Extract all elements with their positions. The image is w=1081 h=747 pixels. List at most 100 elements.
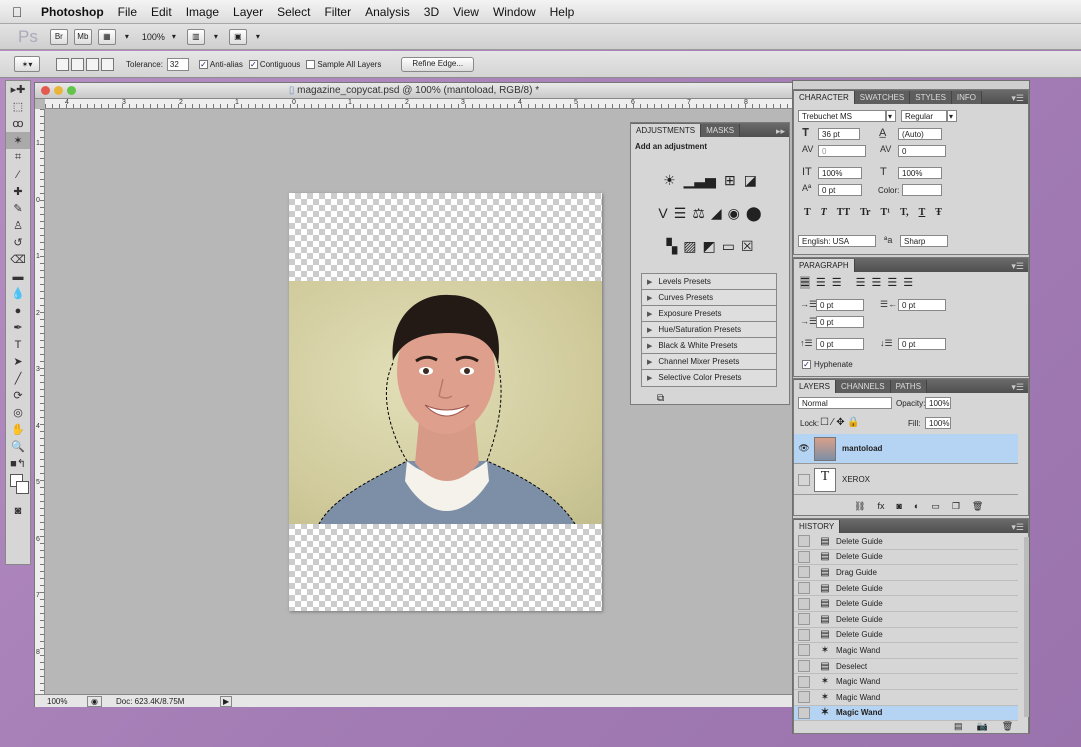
history-item[interactable]: ▤ Delete Guide — [794, 612, 1018, 628]
tracking-input[interactable]: 0 — [898, 145, 946, 157]
history-item[interactable]: ▤ Delete Guide — [794, 534, 1018, 550]
panel-menu-icon[interactable]: ▸▸ — [772, 126, 789, 137]
chevron-down-icon[interactable]: ▾ — [947, 110, 957, 122]
curves-icon[interactable]: ⊞ — [724, 172, 736, 189]
tab-layers[interactable]: LAYERS — [794, 380, 836, 393]
layer-name[interactable]: XEROX — [842, 475, 870, 484]
zoom-window-icon[interactable] — [67, 86, 76, 95]
chevron-down-icon[interactable]: ▾ — [214, 32, 218, 41]
clone-stamp-icon[interactable]: ♙ — [6, 217, 30, 234]
layer-row-mantoload[interactable]: 👁 mantoload — [794, 434, 1018, 464]
history-brush-icon[interactable]: ↺ — [6, 234, 30, 251]
superscript-button[interactable]: T¹ — [881, 207, 891, 218]
indent-right-input[interactable]: 0 pt — [898, 299, 946, 311]
preset-selective-color[interactable]: Selective Color Presets — [642, 370, 776, 386]
tab-paragraph[interactable]: PARAGRAPH — [794, 259, 855, 272]
leading-input[interactable]: (Auto) — [898, 128, 942, 140]
panel-menu-icon[interactable]: ▾☰ — [1007, 522, 1028, 533]
adjustment-layer-icon[interactable]: ◐ — [914, 501, 919, 512]
menu-edit[interactable]: Edit — [144, 5, 179, 19]
magic-wand-preset-icon[interactable]: ✶▾ — [14, 56, 40, 72]
tab-character[interactable]: CHARACTER — [794, 91, 855, 104]
mini-bridge-button[interactable]: Mb — [73, 28, 92, 45]
preset-black-white[interactable]: Black & White Presets — [642, 338, 776, 354]
pen-tool-icon[interactable]: ✒ — [6, 319, 30, 336]
indent-left-input[interactable]: 0 pt — [816, 299, 864, 311]
default-colors-icon[interactable]: ■↰ — [6, 455, 30, 472]
magic-wand-tool-icon[interactable]: ✶ — [6, 132, 30, 149]
fill-input[interactable]: 100% — [925, 417, 951, 429]
adjustment-layer-icon[interactable]: ⧉ — [631, 387, 789, 404]
zoom-tool-icon[interactable]: 🔍 — [6, 438, 30, 455]
align-right-icon[interactable]: ☰ — [832, 276, 842, 289]
panel-menu-icon[interactable]: ▾☰ — [1007, 93, 1028, 104]
faux-italic-button[interactable]: T — [821, 207, 827, 218]
intersect-selection-icon[interactable] — [101, 57, 114, 71]
menu-filter[interactable]: Filter — [317, 5, 358, 19]
history-item[interactable]: ▤ Delete Guide — [794, 628, 1018, 644]
small-caps-button[interactable]: Tr — [860, 207, 870, 218]
eye-icon[interactable]: 👁 — [794, 443, 814, 454]
faux-bold-button[interactable]: T — [804, 207, 811, 218]
lock-icons[interactable]: ☐ ⁄ ✥ 🔒 — [820, 417, 860, 428]
color-swatches[interactable] — [6, 472, 30, 502]
panel-menu-icon[interactable]: ▾☰ — [1007, 382, 1028, 393]
photo-filter-icon[interactable]: ◉ — [728, 205, 740, 222]
visibility-toggle[interactable] — [798, 473, 810, 486]
refine-edge-button[interactable]: Refine Edge... — [401, 56, 475, 72]
align-left-icon[interactable]: ☰ — [800, 276, 810, 289]
history-item-selected[interactable]: ✶ Magic Wand — [794, 705, 1018, 722]
hue-saturation-icon[interactable]: ☰ — [674, 205, 687, 222]
close-icon[interactable] — [41, 86, 50, 95]
color-balance-icon[interactable]: ⚖ — [692, 205, 705, 222]
language-select[interactable]: English: USA — [798, 235, 876, 247]
new-layer-icon[interactable]: ❐ — [952, 501, 960, 512]
marquee-tool-icon[interactable]: ⬚ — [6, 98, 30, 115]
history-source-checkbox[interactable] — [798, 706, 810, 719]
healing-brush-icon[interactable]: ✚ — [6, 183, 30, 200]
new-document-from-state-icon[interactable]: ▤ — [954, 721, 963, 732]
menu-window[interactable]: Window — [486, 5, 543, 19]
screen-mode-button[interactable]: ▣ — [228, 28, 247, 45]
snapshot-icon[interactable]: 📷 — [977, 721, 988, 732]
tab-masks[interactable]: MASKS — [701, 124, 741, 137]
history-source-checkbox[interactable] — [798, 628, 810, 641]
preset-channel-mixer[interactable]: Channel Mixer Presets — [642, 354, 776, 370]
quick-mask-icon[interactable]: ◙ — [6, 502, 30, 519]
history-item[interactable]: ✶ Magic Wand — [794, 643, 1018, 659]
font-family-select[interactable]: Trebuchet MS — [798, 110, 886, 122]
justify-all-icon[interactable]: ☰ — [903, 276, 913, 289]
zoom-level-select[interactable]: 100% — [142, 32, 165, 42]
blur-tool-icon[interactable]: 💧 — [6, 285, 30, 302]
preset-hue-saturation[interactable]: Hue/Saturation Presets — [642, 322, 776, 338]
hyphenate-checkbox[interactable]: ✓ — [802, 360, 811, 369]
tab-styles[interactable]: STYLES — [910, 91, 952, 104]
anti-alias-select[interactable]: Sharp — [900, 235, 948, 247]
space-before-input[interactable]: 0 pt — [816, 338, 864, 350]
menu-file[interactable]: File — [111, 5, 144, 19]
3d-orbit-icon[interactable]: ◎ — [6, 404, 30, 421]
lasso-tool-icon[interactable]: ꝏ — [6, 115, 30, 132]
brightness-icon[interactable]: ☀ — [663, 172, 676, 189]
posterize-icon[interactable]: ▨ — [683, 238, 696, 255]
view-extras-button[interactable]: ▦ — [97, 28, 116, 45]
space-after-input[interactable]: 0 pt — [898, 338, 946, 350]
chevron-down-icon[interactable]: ▾ — [125, 32, 129, 41]
history-source-checkbox[interactable] — [798, 550, 810, 563]
horizontal-scale-input[interactable]: 100% — [898, 167, 942, 179]
strikethrough-button[interactable]: Ŧ — [935, 207, 942, 218]
history-item[interactable]: ▤ Deselect — [794, 659, 1018, 675]
trash-icon[interactable]: 🗑 — [1002, 721, 1013, 732]
trash-icon[interactable]: 🗑 — [972, 501, 983, 512]
status-zoom[interactable]: 100% — [47, 697, 87, 706]
preset-levels[interactable]: Levels Presets — [642, 274, 776, 290]
tab-swatches[interactable]: SWATCHES — [854, 91, 911, 104]
text-color-swatch[interactable] — [902, 184, 942, 196]
subtract-selection-icon[interactable] — [86, 57, 99, 71]
menu-app-name[interactable]: Photoshop — [34, 5, 111, 19]
brush-tool-icon[interactable]: ✎ — [6, 200, 30, 217]
all-caps-button[interactable]: TT — [837, 207, 850, 218]
chevron-down-icon[interactable]: ▾ — [172, 32, 176, 41]
crop-tool-icon[interactable]: ⌗ — [6, 149, 30, 166]
history-source-checkbox[interactable] — [798, 691, 810, 704]
